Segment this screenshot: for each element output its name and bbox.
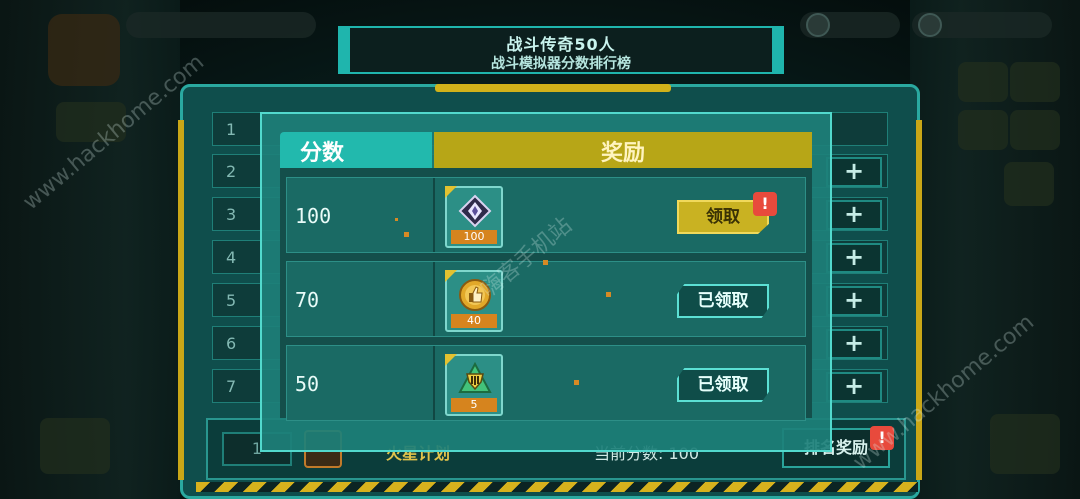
reward-row: 50 5 已领取 <box>286 345 806 421</box>
banner-subtitle: 战斗模拟器分数排行榜 <box>491 56 631 72</box>
hazard-stripe <box>196 482 918 492</box>
side-menu-tile <box>40 418 110 474</box>
leaderboard-rank: 3 <box>226 205 237 224</box>
reward-threshold-score: 100 <box>295 204 332 228</box>
player-name-bar-dimmed <box>126 12 316 38</box>
add-friend-button[interactable]: + <box>826 372 882 402</box>
reward-item-quantity: 100 <box>451 230 497 244</box>
reward-item[interactable]: 5 <box>445 354 503 416</box>
claim-alert-badge: ! <box>753 192 777 216</box>
spark-particle <box>395 218 398 221</box>
leaderboard-rank: 6 <box>226 334 237 353</box>
row-divider <box>433 346 435 420</box>
add-friend-button[interactable]: + <box>826 243 882 273</box>
spark-particle <box>404 232 409 237</box>
reward-column-header: 奖励 <box>434 132 812 168</box>
add-friend-button[interactable]: + <box>826 329 882 359</box>
side-menu-tile <box>990 414 1060 474</box>
add-friend-button[interactable]: + <box>826 286 882 316</box>
reward-item-quantity: 40 <box>451 314 497 328</box>
diamond-emblem-icon <box>458 194 492 228</box>
row-divider <box>433 178 435 252</box>
side-menu-tile <box>1010 62 1060 102</box>
panel-gold-trim <box>435 84 671 92</box>
reward-threshold-score: 50 <box>295 372 320 396</box>
reward-item-quantity: 5 <box>451 398 497 412</box>
leaderboard-banner: 战斗传奇50人 战斗模拟器分数排行榜 <box>338 26 784 74</box>
spark-particle <box>606 292 611 297</box>
side-menu-tile <box>1004 162 1054 206</box>
reward-item[interactable]: 100 <box>445 186 503 248</box>
reward-row: 70 40 已领取 <box>286 261 806 337</box>
side-menu-tile <box>958 62 1008 102</box>
reward-header-label: 奖励 <box>600 141 645 166</box>
spark-particle <box>574 380 579 385</box>
leaderboard-rank: 5 <box>226 291 237 310</box>
panel-side-trim <box>178 120 184 480</box>
banner-title: 战斗传奇50人 <box>506 35 616 54</box>
leaderboard-rank: 2 <box>226 162 237 181</box>
reward-threshold-score: 70 <box>295 288 320 312</box>
leaderboard-rank: 1 <box>226 120 237 139</box>
claimed-reward-button[interactable]: 已领取 <box>677 368 769 402</box>
player-avatar-dimmed <box>48 14 120 86</box>
leaderboard-rank: 7 <box>226 377 237 396</box>
side-menu-tile <box>1010 110 1060 150</box>
coin-icon <box>806 13 830 37</box>
row-divider <box>433 262 435 336</box>
add-friend-button[interactable]: + <box>826 157 882 187</box>
leaderboard-rank: 4 <box>226 248 237 267</box>
score-column-header: 分数 <box>280 132 432 168</box>
score-header-label: 分数 <box>300 141 345 166</box>
claimed-reward-button[interactable]: 已领取 <box>677 284 769 318</box>
shield-badge-icon <box>458 362 492 393</box>
gem-icon <box>918 13 942 37</box>
add-friend-button[interactable]: + <box>826 200 882 230</box>
side-menu-tile <box>958 110 1008 150</box>
